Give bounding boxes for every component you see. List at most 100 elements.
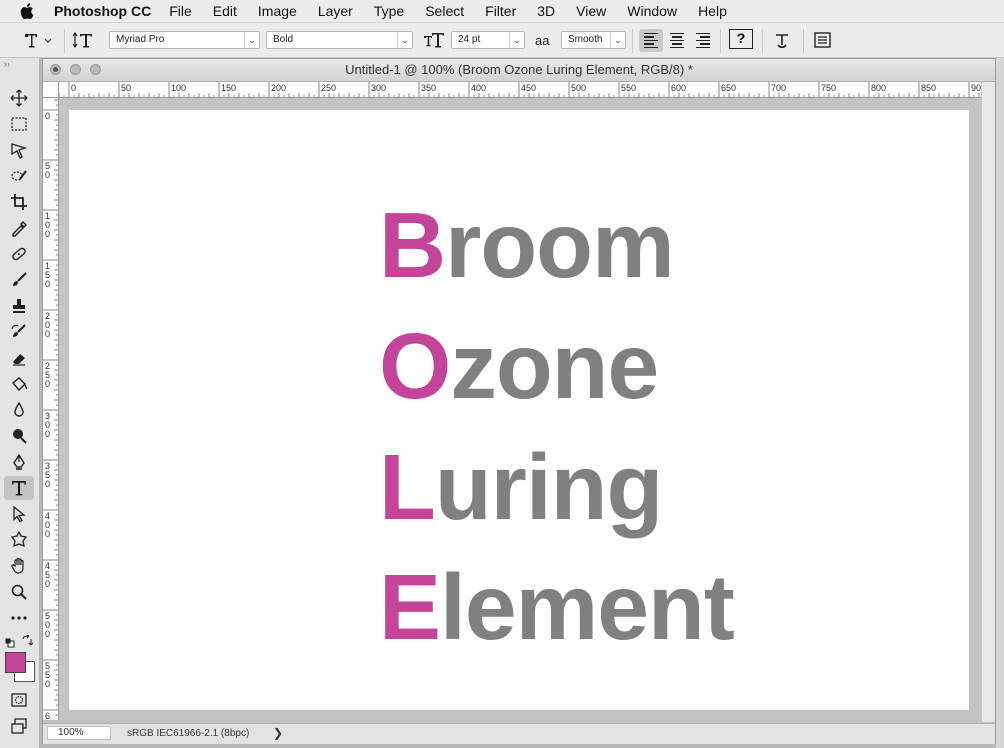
ruler-label: 750 bbox=[821, 83, 836, 93]
paint-bucket-tool[interactable] bbox=[4, 372, 34, 396]
help-button[interactable]: ? bbox=[729, 29, 753, 49]
swap-colors-icon[interactable] bbox=[21, 634, 34, 646]
menu-window[interactable]: Window bbox=[627, 3, 677, 19]
shape-icon bbox=[10, 531, 28, 548]
tool-preset-picker[interactable] bbox=[22, 28, 52, 52]
separator bbox=[720, 29, 721, 53]
word-rest: uring bbox=[434, 435, 663, 539]
initial-letter: L bbox=[379, 435, 436, 539]
lasso-tool[interactable] bbox=[4, 138, 34, 162]
default-colors-icon[interactable] bbox=[5, 635, 15, 648]
document-title: Untitled-1 @ 100% (Broom Ozone Luring El… bbox=[345, 62, 693, 77]
panels-toggle-button[interactable] bbox=[812, 28, 834, 52]
warp-text-icon bbox=[776, 34, 788, 49]
history-brush-icon bbox=[11, 324, 26, 337]
ruler-label: 350 bbox=[421, 83, 436, 93]
ruler-label: 350 bbox=[45, 461, 50, 489]
foreground-color-swatch[interactable] bbox=[5, 652, 26, 673]
pen-tool[interactable] bbox=[4, 450, 34, 474]
apple-icon[interactable] bbox=[0, 3, 54, 19]
quick-select-icon bbox=[11, 170, 27, 181]
hand-icon bbox=[11, 557, 24, 574]
menu-view[interactable]: View bbox=[576, 3, 606, 19]
tools-panel: ›› bbox=[0, 58, 40, 748]
zoom-level-field[interactable]: 100% bbox=[47, 726, 111, 740]
zoom-icon bbox=[11, 584, 27, 600]
separator bbox=[632, 29, 633, 53]
pen-icon bbox=[13, 453, 25, 470]
font-family-select[interactable]: Myriad Pro ⌄ bbox=[109, 31, 260, 49]
dodge-tool[interactable] bbox=[4, 424, 34, 448]
menu-edit[interactable]: Edit bbox=[213, 3, 237, 19]
align-left-button[interactable] bbox=[639, 29, 663, 52]
shape-tool[interactable] bbox=[4, 528, 34, 552]
ruler-label: 700 bbox=[771, 83, 786, 93]
antialias-select[interactable]: Smooth ⌄ bbox=[561, 31, 626, 49]
crop-tool[interactable] bbox=[4, 190, 34, 214]
status-bar: 100% sRGB IEC61966-2.1 (8bpc) ❯ bbox=[43, 723, 995, 744]
menu-layer[interactable]: Layer bbox=[318, 3, 353, 19]
text-line-broom[interactable]: Broom bbox=[379, 199, 675, 292]
hand-tool[interactable] bbox=[4, 554, 34, 578]
horizontal-ruler[interactable]: 0 50 100 150 200 250 300 350 400 450 500 550 600 650 7… bbox=[59, 82, 981, 98]
text-line-element[interactable]: Element bbox=[379, 561, 735, 654]
ruler-label: 200 bbox=[271, 83, 286, 93]
blur-tool[interactable] bbox=[4, 398, 34, 422]
vertical-scrollbar[interactable] bbox=[981, 82, 995, 722]
text-line-luring[interactable]: Luring bbox=[379, 441, 663, 534]
quick-select-tool[interactable] bbox=[4, 164, 34, 188]
marquee-tool[interactable] bbox=[4, 112, 34, 136]
info-menu-arrow-icon[interactable]: ❯ bbox=[273, 726, 283, 740]
screen-mode-icon bbox=[11, 718, 27, 734]
menu-bar: Photoshop CC File Edit Image Layer Type … bbox=[0, 0, 1004, 22]
font-size-value: 24 pt bbox=[458, 34, 481, 45]
brush-tool[interactable] bbox=[4, 268, 34, 292]
warp-text-button[interactable] bbox=[771, 28, 793, 52]
menu-file[interactable]: File bbox=[169, 3, 192, 19]
horizontal-ruler-ticks: 0 50 100 150 200 250 300 350 400 450 500 550 600 650 7… bbox=[59, 82, 981, 97]
right-panel-edge bbox=[996, 58, 1004, 748]
eraser-tool[interactable] bbox=[4, 346, 34, 370]
canvas-area[interactable]: Broom Ozone Luring Element bbox=[59, 98, 981, 720]
collapse-chevrons-icon[interactable]: ›› bbox=[4, 59, 10, 69]
path-select-tool[interactable] bbox=[4, 502, 34, 526]
menu-image[interactable]: Image bbox=[258, 3, 297, 19]
menu-type[interactable]: Type bbox=[374, 3, 404, 19]
move-tool[interactable] bbox=[4, 86, 34, 110]
menu-3d[interactable]: 3D bbox=[537, 3, 555, 19]
text-orientation-toggle[interactable] bbox=[73, 28, 95, 52]
quick-mask-button[interactable] bbox=[4, 688, 34, 712]
font-size-select[interactable]: 24 pt ⌄ bbox=[451, 31, 525, 49]
menu-help[interactable]: Help bbox=[698, 3, 727, 19]
ruler-label: 0 bbox=[71, 83, 76, 93]
document-titlebar: Untitled-1 @ 100% (Broom Ozone Luring El… bbox=[43, 59, 995, 82]
type-tool[interactable] bbox=[4, 476, 34, 500]
ruler-label: 600 bbox=[671, 83, 686, 93]
ruler-origin[interactable] bbox=[43, 82, 59, 98]
align-right-button[interactable] bbox=[691, 29, 715, 52]
ruler-label: 100 bbox=[45, 211, 50, 239]
stamp-icon bbox=[13, 299, 25, 313]
vertical-ruler[interactable]: 0 50 100 150 200 250 300 350 400 450 500 550 6 bbox=[43, 98, 59, 720]
font-style-select[interactable]: Bold ⌄ bbox=[266, 31, 413, 49]
align-center-button[interactable] bbox=[665, 29, 689, 52]
word-rest: room bbox=[445, 193, 674, 297]
word-rest: lement bbox=[440, 555, 735, 659]
chevron-down-icon: ⌄ bbox=[244, 32, 259, 48]
move-icon bbox=[10, 89, 28, 107]
menu-select[interactable]: Select bbox=[425, 3, 464, 19]
history-brush-tool[interactable] bbox=[4, 320, 34, 344]
healing-tool[interactable] bbox=[4, 242, 34, 266]
ruler-label: 500 bbox=[45, 611, 50, 639]
app-menu[interactable]: Photoshop CC bbox=[54, 3, 151, 19]
stamp-tool[interactable] bbox=[4, 294, 34, 318]
more-tools-button[interactable] bbox=[4, 606, 34, 630]
ruler-label: 450 bbox=[45, 561, 50, 589]
canvas[interactable]: Broom Ozone Luring Element bbox=[69, 110, 969, 710]
text-line-ozone[interactable]: Ozone bbox=[379, 320, 659, 413]
zoom-tool[interactable] bbox=[4, 580, 34, 604]
menu-filter[interactable]: Filter bbox=[485, 3, 516, 19]
eyedropper-tool[interactable] bbox=[4, 216, 34, 240]
screen-mode-button[interactable] bbox=[4, 714, 34, 738]
ruler-label: 550 bbox=[621, 83, 636, 93]
